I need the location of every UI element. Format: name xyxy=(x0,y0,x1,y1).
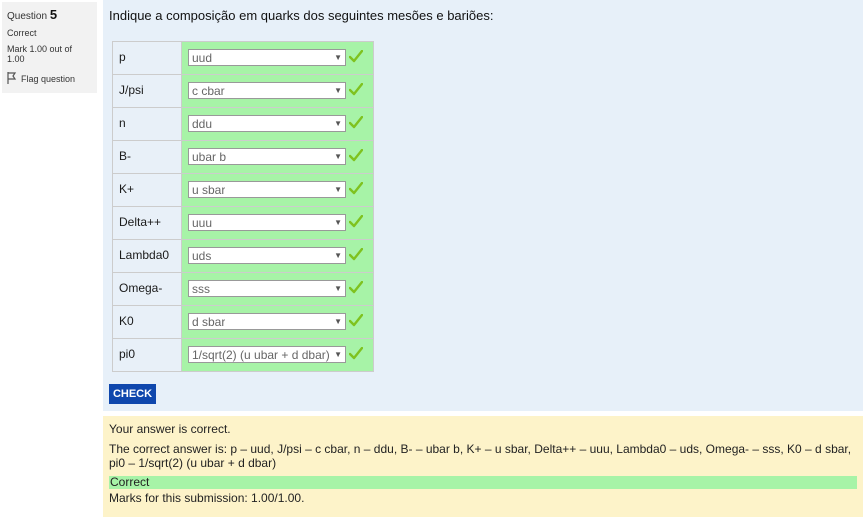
correct-check-icon xyxy=(348,313,364,332)
answer-row: Omega-sss ▼ xyxy=(112,272,374,306)
answer-select-value: c cbar xyxy=(192,83,225,98)
answer-select-value: 1/sqrt(2) (u ubar + d dbar) xyxy=(192,347,330,362)
dropdown-arrow-icon: ▼ xyxy=(334,86,342,95)
row-label: K+ xyxy=(112,173,182,207)
answer-select[interactable]: c cbar ▼ xyxy=(188,82,346,99)
answer-row: K0 d sbar ▼ xyxy=(112,305,374,339)
flag-question-link[interactable]: Flag question xyxy=(7,72,97,86)
question-info-panel: Question 5 Correct Mark 1.00 out of 1.00… xyxy=(2,2,97,93)
row-label: J/psi xyxy=(112,74,182,108)
answer-cell: c cbar ▼ xyxy=(181,74,374,108)
answer-cell: d sbar ▼ xyxy=(181,305,374,339)
answer-row: B-ubar b ▼ xyxy=(112,140,374,174)
answer-select-value: ubar b xyxy=(192,149,227,164)
check-button[interactable]: CHECK xyxy=(109,384,156,404)
correct-check-icon xyxy=(348,346,364,365)
answer-select-value: uds xyxy=(192,248,212,263)
question-state: Correct xyxy=(7,28,37,38)
specific-feedback: Your answer is correct. xyxy=(109,422,231,436)
question-number-value: 5 xyxy=(49,7,58,22)
flag-question-label: Flag question xyxy=(21,74,76,84)
answer-cell: 1/sqrt(2) (u ubar + d dbar) ▼ xyxy=(181,338,374,372)
answer-select[interactable]: sss ▼ xyxy=(188,280,346,297)
correct-check-icon xyxy=(348,148,364,167)
row-label: B- xyxy=(112,140,182,174)
correct-check-icon xyxy=(348,181,364,200)
answer-cell: ubar b ▼ xyxy=(181,140,374,174)
submission-marks: Marks for this submission: 1.00/1.00. xyxy=(109,491,305,505)
answer-select-value: ddu xyxy=(192,116,213,131)
question-formulation: Indique a composição em quarks dos segui… xyxy=(103,0,863,411)
answer-row: J/psi c cbar ▼ xyxy=(112,74,374,108)
answer-select[interactable]: ddu ▼ xyxy=(188,115,346,132)
correct-check-icon xyxy=(348,49,364,68)
question-grade: Mark 1.00 out of 1.00 xyxy=(7,44,73,64)
dropdown-arrow-icon: ▼ xyxy=(334,53,342,62)
answer-cell: uud ▼ xyxy=(181,41,374,75)
answer-cell: uuu ▼ xyxy=(181,206,374,240)
answer-select[interactable]: ubar b ▼ xyxy=(188,148,346,165)
correct-check-icon xyxy=(348,247,364,266)
dropdown-arrow-icon: ▼ xyxy=(334,284,342,293)
dropdown-arrow-icon: ▼ xyxy=(334,251,342,260)
correct-check-icon xyxy=(348,214,364,233)
row-label: pi0 xyxy=(112,338,182,372)
answer-select-value: u sbar xyxy=(192,182,226,197)
right-answer-text: The correct answer is: p – uud, J/psi – … xyxy=(109,442,852,470)
answer-select[interactable]: uds ▼ xyxy=(188,247,346,264)
answer-select[interactable]: 1/sqrt(2) (u ubar + d dbar) ▼ xyxy=(188,346,346,363)
answer-cell: uds ▼ xyxy=(181,239,374,273)
question-label: Question xyxy=(7,11,48,22)
row-label: Lambda0 xyxy=(112,239,182,273)
row-label: n xyxy=(112,107,182,141)
flag-icon xyxy=(7,72,17,86)
answer-select-value: sss xyxy=(192,281,210,296)
correct-check-icon xyxy=(348,115,364,134)
answer-select[interactable]: uud ▼ xyxy=(188,49,346,66)
answer-row: n ddu ▼ xyxy=(112,107,374,141)
correct-check-icon xyxy=(348,280,364,299)
answer-select-value: d sbar xyxy=(192,314,226,329)
answer-select-value: uuu xyxy=(192,215,213,230)
dropdown-arrow-icon: ▼ xyxy=(334,218,342,227)
dropdown-arrow-icon: ▼ xyxy=(334,185,342,194)
answer-row: pi0 1/sqrt(2) (u ubar + d dbar) ▼ xyxy=(112,338,374,372)
answer-cell: u sbar ▼ xyxy=(181,173,374,207)
answer-select[interactable]: u sbar ▼ xyxy=(188,181,346,198)
answer-row: Delta++ uuu ▼ xyxy=(112,206,374,240)
row-label: Omega- xyxy=(112,272,182,306)
answer-select[interactable]: d sbar ▼ xyxy=(188,313,346,330)
dropdown-arrow-icon: ▼ xyxy=(334,350,342,359)
correct-status-bar: Correct xyxy=(109,476,857,489)
question-number: Question 5 xyxy=(7,7,97,22)
row-label: Delta++ xyxy=(112,206,182,240)
answer-row: Lambda0 uds ▼ xyxy=(112,239,374,273)
answer-select-value: uud xyxy=(192,50,213,65)
correct-check-icon xyxy=(348,82,364,101)
answer-row: K+ u sbar ▼ xyxy=(112,173,374,207)
dropdown-arrow-icon: ▼ xyxy=(334,119,342,128)
dropdown-arrow-icon: ▼ xyxy=(334,317,342,326)
answer-cell: sss ▼ xyxy=(181,272,374,306)
answer-cell: ddu ▼ xyxy=(181,107,374,141)
answer-table: p uud ▼ J/psi c cbar ▼ n ddu ▼ B-ubar b ▼ K+ u sbar ▼… xyxy=(112,41,374,372)
row-label: K0 xyxy=(112,305,182,339)
answer-row: p uud ▼ xyxy=(112,41,374,75)
row-label: p xyxy=(112,41,182,75)
answer-select[interactable]: uuu ▼ xyxy=(188,214,346,231)
question-text: Indique a composição em quarks dos segui… xyxy=(109,8,494,23)
feedback-panel: Your answer is correct. The correct answ… xyxy=(103,416,863,517)
dropdown-arrow-icon: ▼ xyxy=(334,152,342,161)
